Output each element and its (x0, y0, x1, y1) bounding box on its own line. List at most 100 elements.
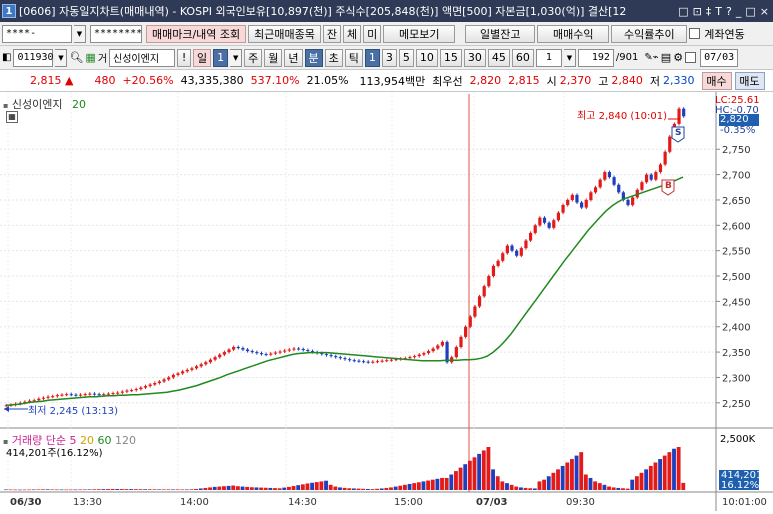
volume-bar (115, 489, 120, 490)
interval-input[interactable]: 1 (535, 48, 562, 67)
period-minute-button[interactable]: 분 (304, 48, 323, 67)
stock-name-field[interactable]: 신성이엔지 (109, 48, 176, 67)
candle-body (375, 361, 380, 363)
candle-body (65, 394, 69, 396)
date-input[interactable]: 07/03 (700, 48, 739, 67)
minute-60-button[interactable]: 60 (511, 48, 534, 67)
screen-copy-icon[interactable]: □ (678, 5, 688, 18)
minute-10-button[interactable]: 10 (415, 48, 438, 67)
code-search-icon[interactable]: ◧ (2, 52, 11, 63)
count-input[interactable]: 192 (577, 48, 614, 67)
return-trend-button[interactable]: 수익률추이 (611, 24, 688, 43)
password-input[interactable]: ******** (90, 24, 142, 43)
chart-tool-icon[interactable]: ▦ (6, 111, 18, 123)
minute-3-button[interactable]: 3 (381, 48, 397, 67)
volume-bar (45, 489, 50, 490)
volume-bar (440, 477, 444, 490)
volume-bar (370, 489, 375, 490)
volume-bar (449, 474, 454, 490)
volume-bar (416, 482, 421, 490)
chevron-down-icon[interactable]: ▼ (55, 48, 68, 67)
buy-button[interactable]: 매수 (701, 71, 732, 90)
volume-bar (407, 483, 412, 490)
font-icon[interactable]: T (715, 5, 722, 18)
volume-bar (602, 484, 607, 490)
memo-view-button[interactable]: 메모보기 (383, 24, 456, 43)
candle-body (528, 232, 533, 241)
y-tick-label: 2,250 (722, 399, 751, 410)
volume-bar (226, 485, 231, 490)
executed-button[interactable]: 체 (343, 24, 362, 43)
minute-30-button[interactable]: 30 (463, 48, 486, 67)
x-tick-label: 07/03 (476, 497, 508, 508)
candle-body (473, 306, 477, 317)
chevron-down-icon[interactable]: ▼ (74, 24, 86, 43)
high-annotation: 최고 2,840 (10:01) (577, 111, 668, 122)
x-tick-label: 10:01:00 (722, 497, 767, 508)
drawing-tools-icon[interactable]: ✎⌁ (644, 52, 658, 63)
daily-count-dropdown[interactable]: 1 (213, 48, 229, 67)
chevron-down-icon[interactable]: ▼ (230, 48, 243, 67)
volume-bar (268, 487, 273, 490)
volume-bar (4, 489, 8, 491)
balance-button[interactable]: 잔 (322, 24, 342, 43)
account-number-input[interactable]: ****- (2, 24, 72, 43)
volume-bar (175, 489, 180, 491)
print-icon[interactable]: ▤ (661, 51, 671, 64)
minute-1-button[interactable]: 1 (364, 48, 380, 67)
minimize-button[interactable]: _ (736, 5, 742, 18)
volume-bar (389, 487, 393, 490)
alert-button[interactable]: ! (177, 48, 192, 67)
trade-profit-button[interactable]: 매매수익 (537, 24, 610, 43)
candle-body (515, 250, 519, 256)
sell-button[interactable]: 매도 (734, 71, 765, 90)
candle-body (348, 359, 352, 361)
period-daily-button[interactable]: 일 (193, 48, 212, 67)
volume-bar (514, 486, 519, 490)
period-tick-button[interactable]: 틱 (344, 48, 363, 67)
candle-body (139, 387, 143, 390)
volume-bar (273, 488, 277, 490)
trade-mark-query-button[interactable]: 매매마크/내역 조회 (146, 24, 247, 43)
chart-area[interactable]: 2,250 2,300 2,350 2,400 2,450 2,500 2,550 2,600… (0, 92, 773, 511)
candle-body (501, 253, 505, 261)
gear-icon[interactable]: ⚙ (673, 51, 683, 64)
unfilled-button[interactable]: 미 (363, 24, 382, 43)
recent-trades-button[interactable]: 최근매매종목 (248, 24, 321, 43)
stock-list-icon[interactable]: ▦ (85, 51, 95, 64)
volume-bar (17, 489, 22, 491)
candle-body (542, 217, 547, 223)
maximize-button[interactable]: □ (745, 5, 755, 18)
account-link-checkbox[interactable] (689, 28, 701, 39)
volume-bar (518, 487, 523, 490)
candle-body (176, 373, 180, 375)
candle-body (459, 336, 463, 348)
volume-bar (208, 487, 212, 490)
price-chart-svg[interactable]: 2,250 2,300 2,350 2,400 2,450 2,500 2,550 2,600… (0, 92, 773, 511)
volume-bar (681, 482, 686, 490)
sell-mark-label: S (675, 128, 682, 138)
chevron-down-icon[interactable]: ▼ (563, 48, 576, 67)
volume-bar (662, 455, 667, 490)
stock-code-input[interactable]: 011930 (13, 48, 54, 67)
candle-body (454, 347, 458, 358)
pin-icon[interactable]: ‡ (706, 5, 712, 18)
period-second-button[interactable]: 초 (324, 48, 343, 67)
help-icon[interactable]: ? (726, 5, 732, 18)
minute-15-button[interactable]: 15 (439, 48, 462, 67)
minute-5-button[interactable]: 5 (398, 48, 414, 67)
period-yearly-button[interactable]: 년 (284, 48, 303, 67)
period-monthly-button[interactable]: 월 (264, 48, 283, 67)
minute-45-button[interactable]: 45 (487, 48, 510, 67)
candle-body (389, 359, 393, 361)
period-weekly-button[interactable]: 주 (244, 48, 263, 67)
search-icon[interactable]: 🔍︎ (69, 51, 83, 64)
low-annotation: 최저 2,245 (13:13) (28, 406, 119, 417)
close-button[interactable]: × (760, 5, 769, 18)
daily-balance-button[interactable]: 일별잔고 (465, 24, 536, 43)
window-number-badge[interactable]: 1 (2, 4, 16, 18)
date-checkbox[interactable] (685, 52, 697, 63)
volume-bar (212, 486, 217, 490)
candle-body (204, 362, 208, 365)
link-icon[interactable]: ⊡ (693, 5, 702, 18)
